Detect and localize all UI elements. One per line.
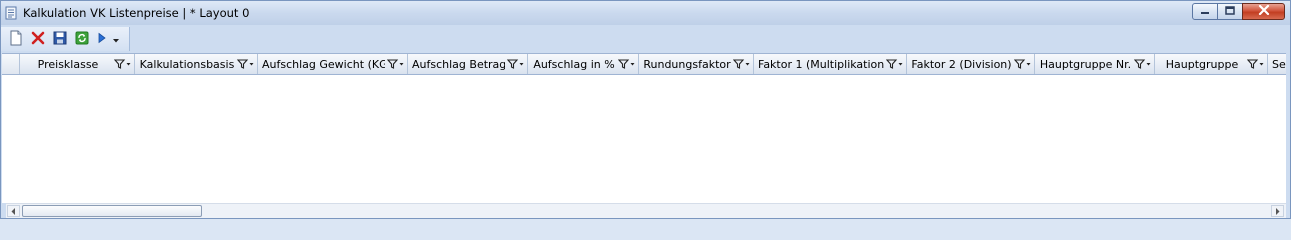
delete-button[interactable] xyxy=(27,29,49,49)
row-selector-header[interactable] xyxy=(2,54,20,74)
chevron-right-icon xyxy=(1275,205,1280,218)
save-button[interactable] xyxy=(49,29,71,49)
filter-icon[interactable] xyxy=(235,54,257,74)
column-header-aufschlag-gewicht[interactable]: Aufschlag Gewicht (KG) xyxy=(258,54,408,74)
play-arrow-icon xyxy=(97,32,107,47)
column-label: Faktor 1 (Multiplikation) xyxy=(758,57,884,71)
column-label: Aufschlag Betrag xyxy=(412,57,505,71)
column-label: Preisklasse xyxy=(37,57,99,71)
column-header-aufschlag-betrag[interactable]: Aufschlag Betrag xyxy=(408,54,528,74)
column-label: Se xyxy=(1272,57,1286,71)
run-button[interactable] xyxy=(93,29,111,49)
filter-icon[interactable] xyxy=(112,54,134,74)
scroll-left-button[interactable] xyxy=(7,205,20,217)
grid-header-row: Preisklasse Kalkulationsbasis Aufschlag … xyxy=(2,54,1286,75)
horizontal-scrollbar[interactable] xyxy=(6,203,1286,218)
filter-icon[interactable] xyxy=(884,54,906,74)
column-label: Kalkulationsbasis xyxy=(139,57,235,71)
maximize-icon xyxy=(1225,5,1235,18)
column-header-rundungsfaktor[interactable]: Rundungsfaktor xyxy=(639,54,754,74)
column-label: Hauptgruppe Nr. xyxy=(1039,57,1132,71)
new-document-icon xyxy=(9,30,23,49)
column-header-partial[interactable]: Se xyxy=(1268,54,1286,74)
filter-icon[interactable] xyxy=(505,54,527,74)
filter-icon[interactable] xyxy=(1245,54,1267,74)
close-icon xyxy=(1258,4,1270,18)
column-label: Faktor 2 (Division) xyxy=(911,57,1012,71)
filter-icon[interactable] xyxy=(1012,54,1034,74)
document-list-icon xyxy=(4,6,18,20)
scroll-right-button[interactable] xyxy=(1271,205,1284,217)
column-header-kalkulationsbasis[interactable]: Kalkulationsbasis xyxy=(135,54,258,74)
window-title: Kalkulation VK Listenpreise | * Layout 0 xyxy=(23,6,250,20)
chevron-left-icon xyxy=(11,205,16,218)
maximize-button[interactable] xyxy=(1217,3,1243,20)
toolbar xyxy=(1,27,130,51)
minimize-button[interactable] xyxy=(1192,3,1218,20)
column-header-faktor-2[interactable]: Faktor 2 (Division) xyxy=(907,54,1035,74)
run-dropdown-button[interactable] xyxy=(111,29,121,49)
filter-icon[interactable] xyxy=(385,54,407,74)
column-label: Rundungsfaktor xyxy=(643,57,731,71)
column-label: Aufschlag Gewicht (KG) xyxy=(262,57,385,71)
column-header-faktor-1[interactable]: Faktor 1 (Multiplikation) xyxy=(754,54,907,74)
close-button[interactable] xyxy=(1242,3,1285,20)
title-bar[interactable]: Kalkulation VK Listenpreise | * Layout 0 xyxy=(1,1,1290,25)
application-window: Kalkulation VK Listenpreise | * Layout 0 xyxy=(0,0,1291,219)
save-disk-icon xyxy=(53,31,67,48)
filter-icon[interactable] xyxy=(731,54,753,74)
data-grid[interactable]: Preisklasse Kalkulationsbasis Aufschlag … xyxy=(2,53,1286,204)
column-header-hauptgruppe-nr[interactable]: Hauptgruppe Nr. xyxy=(1035,54,1155,74)
filter-icon[interactable] xyxy=(1132,54,1154,74)
delete-x-icon xyxy=(31,31,45,48)
filter-icon[interactable] xyxy=(616,54,638,74)
refresh-button[interactable] xyxy=(71,29,93,49)
new-button[interactable] xyxy=(5,29,27,49)
minimize-icon xyxy=(1200,5,1210,18)
chevron-down-icon xyxy=(113,33,119,46)
refresh-icon xyxy=(75,31,89,48)
column-header-aufschlag-prozent[interactable]: Aufschlag in % xyxy=(528,54,639,74)
column-label: Aufschlag in % xyxy=(533,57,615,71)
window-controls xyxy=(1192,3,1285,20)
scrollbar-thumb[interactable] xyxy=(22,205,202,217)
column-header-preisklasse[interactable]: Preisklasse xyxy=(20,54,135,74)
column-header-hauptgruppe[interactable]: Hauptgruppe xyxy=(1155,54,1268,74)
column-label: Hauptgruppe xyxy=(1165,57,1239,71)
